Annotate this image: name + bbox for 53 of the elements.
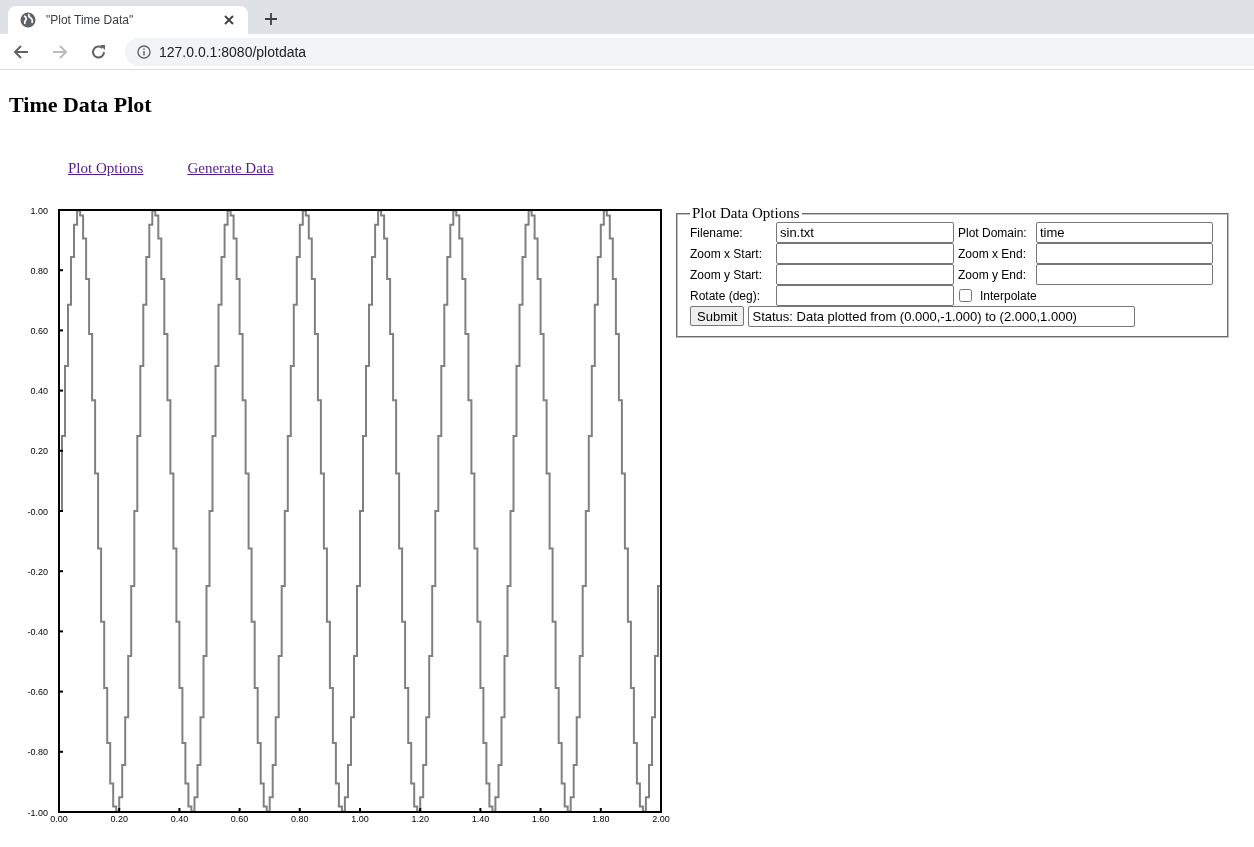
back-icon[interactable] bbox=[13, 43, 29, 60]
y-tick-label: -0.60 bbox=[27, 687, 48, 698]
text-field[interactable]: time bbox=[1036, 222, 1213, 243]
browser-tab[interactable]: "Plot Time Data" bbox=[8, 6, 248, 34]
x-tick-label: 0.00 bbox=[50, 814, 68, 824]
field-label: Rotate (deg): bbox=[690, 288, 762, 303]
y-tick-label: 0.40 bbox=[30, 386, 48, 397]
nav-link[interactable]: Generate Data bbox=[187, 160, 274, 177]
new-tab-icon[interactable] bbox=[264, 12, 278, 26]
y-tick-label: -1.00 bbox=[27, 807, 48, 818]
interpolate-checkbox[interactable] bbox=[959, 289, 972, 302]
x-tick-label: 1.20 bbox=[411, 814, 429, 824]
y-tick-label: -0.20 bbox=[27, 566, 48, 577]
x-tick-label: 1.60 bbox=[531, 814, 550, 824]
info-icon[interactable] bbox=[137, 44, 151, 59]
x-tick-label: 0.40 bbox=[170, 814, 189, 824]
y-tick-label: -0.80 bbox=[27, 747, 48, 758]
field-label: Filename: bbox=[690, 225, 744, 240]
field-label: Zoom y Start: bbox=[690, 267, 764, 282]
text-field[interactable] bbox=[1036, 264, 1213, 285]
text-field[interactable] bbox=[776, 264, 954, 285]
checkbox-label: Interpolate bbox=[980, 288, 1037, 303]
field-label: Zoom x End: bbox=[957, 246, 1028, 261]
x-tick-label: 0.60 bbox=[230, 814, 249, 824]
y-tick-label: 0.20 bbox=[30, 446, 48, 457]
text-field[interactable]: sin.txt bbox=[776, 222, 954, 243]
tab-title: "Plot Time Data" bbox=[46, 13, 135, 27]
nav-link[interactable]: Plot Options bbox=[68, 160, 144, 177]
x-tick-label: 2.00 bbox=[652, 814, 670, 824]
field-label: Zoom x Start: bbox=[690, 246, 764, 261]
submit-button[interactable]: Submit bbox=[690, 306, 745, 326]
x-tick-label: 1.80 bbox=[592, 814, 610, 824]
address-bar[interactable]: 127.0.0.1:8080/plotdata bbox=[125, 37, 1254, 66]
text-field[interactable] bbox=[1036, 243, 1213, 264]
y-tick-label: 0.60 bbox=[30, 325, 48, 336]
y-tick-label: -0.00 bbox=[27, 506, 48, 517]
x-tick-label: 1.40 bbox=[471, 814, 490, 824]
x-tick-label: 0.80 bbox=[291, 814, 309, 824]
reload-icon[interactable] bbox=[91, 43, 107, 60]
status-field[interactable]: Status: Data plotted from (0.000,-1.000) to (2.000,1.000) bbox=[748, 306, 1136, 327]
y-tick-label: 0.80 bbox=[30, 265, 48, 276]
panel-legend: Plot Data Options bbox=[690, 205, 802, 222]
page-heading: Time Data Plot bbox=[9, 92, 153, 118]
close-icon[interactable] bbox=[224, 15, 234, 25]
field-label: Zoom y End: bbox=[957, 267, 1028, 282]
globe-icon bbox=[20, 12, 36, 28]
x-tick-label: 0.20 bbox=[110, 814, 128, 824]
x-tick-label: 1.00 bbox=[351, 814, 369, 824]
y-tick-label: 1.00 bbox=[30, 205, 48, 216]
text-field[interactable] bbox=[776, 243, 954, 264]
y-tick-label: -0.40 bbox=[27, 626, 48, 637]
text-field[interactable] bbox=[776, 285, 954, 306]
field-label: Plot Domain: bbox=[957, 225, 1028, 240]
